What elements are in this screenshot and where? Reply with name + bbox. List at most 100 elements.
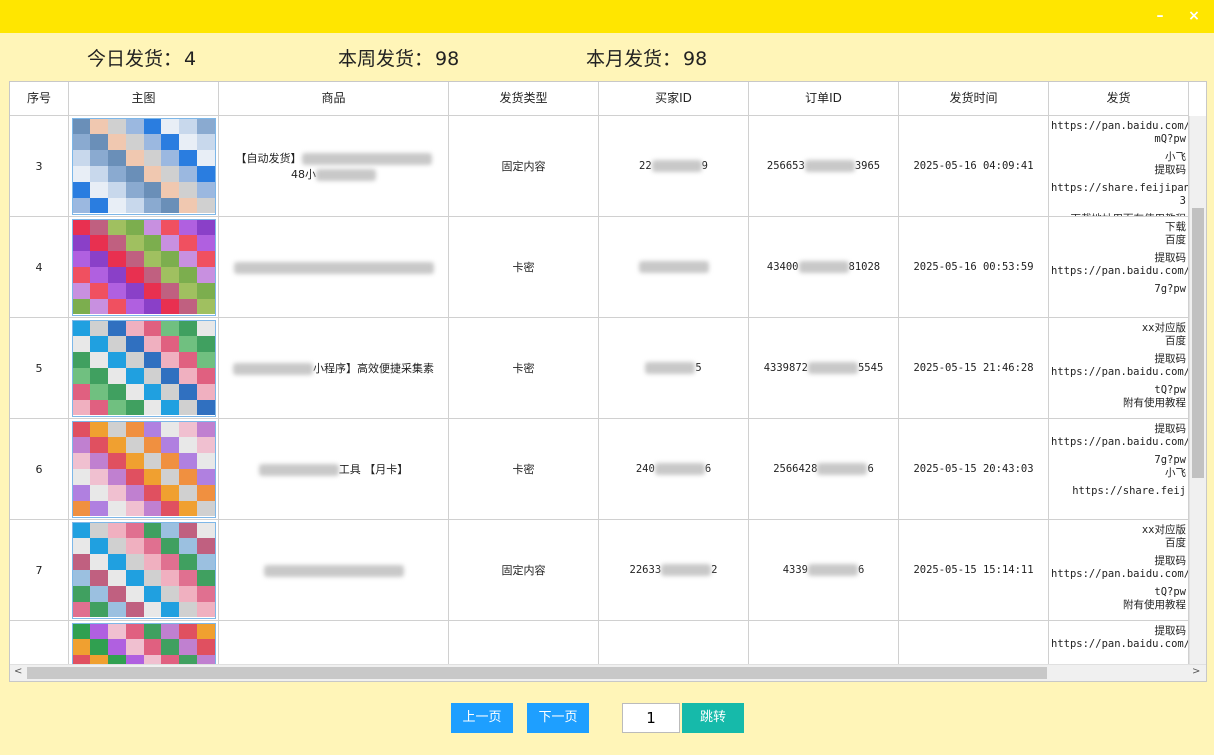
- redacted-text: [258, 464, 339, 476]
- column-header: 订单ID: [749, 82, 899, 116]
- thumbnail-pixel: [72, 623, 91, 640]
- minimize-button[interactable]: –: [1150, 6, 1170, 26]
- thumbnail-pixel: [196, 453, 215, 469]
- thumbnail-pixel: [196, 367, 215, 384]
- thumbnail-pixel: [143, 538, 162, 555]
- thumbnail-pixel: [108, 399, 126, 416]
- delivery-content: https://pan.baidu.com/mQ?pw 小飞 提取码 https://…: [1049, 116, 1188, 216]
- thumbnail-pixel: [90, 134, 108, 151]
- thumbnail-pixel: [125, 453, 144, 469]
- image-cell[interactable]: [69, 116, 219, 217]
- row-seq: 5: [35, 361, 43, 375]
- pagination: 上一页 下一页 跳转: [0, 703, 1214, 733]
- redacted-text: [301, 153, 432, 165]
- product-name-part: 高效便捷采集素: [357, 362, 434, 375]
- page-number-input[interactable]: [622, 703, 680, 733]
- image-cell[interactable]: [69, 318, 219, 419]
- vertical-scrollbar[interactable]: [1189, 116, 1206, 664]
- image-cell[interactable]: [69, 217, 219, 318]
- close-button[interactable]: ×: [1184, 6, 1204, 26]
- thumbnail-pixel: [161, 468, 179, 485]
- thumbnail-pixel: [161, 118, 179, 135]
- ship-time: 2025-05-15 20:43:03: [913, 463, 1034, 475]
- next-page-button[interactable]: 下一页: [527, 703, 589, 733]
- product-thumbnail[interactable]: [71, 521, 216, 619]
- thumbnail-pixel: [90, 453, 108, 469]
- buyer-id-part: 22633: [629, 564, 662, 576]
- delivery-line: https://pan.baidu.com/: [1051, 638, 1188, 650]
- column-header: 发货: [1049, 82, 1189, 116]
- vertical-scroll-thumb[interactable]: [1192, 208, 1204, 478]
- thumbnail-pixel: [108, 538, 126, 555]
- thumbnail-pixel: [196, 585, 215, 602]
- prev-page-button[interactable]: 上一页: [451, 703, 513, 733]
- product-name: 【自动发货】 48小: [230, 150, 438, 182]
- thumbnail-pixel: [161, 282, 179, 299]
- thumbnail-pixel: [161, 251, 179, 267]
- delivery-type-cell: 卡密: [449, 217, 599, 318]
- buyer-id-cell: 22633 2: [599, 520, 749, 621]
- thumbnail-pixel: [90, 522, 108, 539]
- thumbnail-pixel: [125, 623, 144, 640]
- stat-month: 本月发货： 98: [586, 44, 707, 71]
- thumbnail-pixel: [125, 484, 144, 501]
- horizontal-scrollbar[interactable]: < >: [10, 664, 1206, 681]
- thumbnail-pixel: [179, 538, 197, 555]
- thumbnail-pixel: [179, 134, 197, 151]
- thumbnail-pixel: [143, 421, 162, 438]
- image-cell[interactable]: [69, 520, 219, 621]
- thumbnail-pixel: [90, 383, 108, 400]
- product-thumbnail[interactable]: [71, 218, 216, 316]
- product-thumbnail[interactable]: [71, 117, 216, 215]
- thumbnail-pixel: [90, 181, 108, 198]
- thumbnail-pixel: [72, 554, 91, 570]
- thumbnail-pixel: [108, 181, 126, 198]
- thumbnail-pixel: [179, 118, 197, 135]
- thumbnail-pixel: [143, 282, 162, 299]
- thumbnail-pixel: [143, 399, 162, 416]
- horizontal-scroll-thumb[interactable]: [27, 667, 1047, 679]
- thumbnail-pixel: [108, 639, 126, 656]
- image-cell[interactable]: [69, 419, 219, 520]
- thumbnail-pixel: [196, 197, 215, 214]
- buyer-id-part: 9: [701, 160, 708, 172]
- redacted-text: [233, 363, 313, 375]
- thumbnail-pixel: [72, 134, 91, 151]
- product-thumbnail[interactable]: [71, 420, 216, 518]
- thumbnail-pixel: [161, 554, 179, 570]
- shipping-table[interactable]: 序号 主图 商品 发货类型 买家ID 订单ID 发货时间 发货 3 【自动发货】 48小 固定内容 22…: [9, 81, 1207, 682]
- thumbnail-pixel: [161, 367, 179, 384]
- thumbnail-pixel: [125, 569, 144, 586]
- thumbnail-pixel: [90, 554, 108, 570]
- thumbnail-pixel: [179, 320, 197, 337]
- thumbnail-pixel: [179, 453, 197, 469]
- buyer-id-part: 5: [695, 362, 702, 374]
- thumbnail-pixel: [72, 181, 91, 198]
- thumbnail-pixel: [72, 367, 91, 384]
- thumbnail-pixel: [125, 235, 144, 252]
- thumbnail-pixel: [108, 352, 126, 368]
- delivery-line: https://pan.baidu.com/: [1051, 265, 1188, 277]
- product-thumbnail[interactable]: [71, 319, 216, 417]
- thumbnail-pixel: [125, 118, 144, 135]
- thumbnail-pixel: [161, 399, 179, 416]
- thumbnail-pixel: [179, 367, 197, 384]
- delivery-line: 百度: [1165, 234, 1186, 246]
- delivery-line: 提取码: [1154, 252, 1187, 264]
- thumbnail-pixel: [125, 421, 144, 438]
- scroll-right-arrow-icon[interactable]: >: [1192, 666, 1200, 677]
- thumbnail-pixel: [108, 569, 126, 586]
- scroll-left-arrow-icon[interactable]: <: [14, 666, 22, 677]
- thumbnail-pixel: [196, 639, 215, 656]
- jump-button[interactable]: 跳转: [682, 703, 744, 733]
- thumbnail-pixel: [143, 437, 162, 454]
- thumbnail-pixel: [179, 352, 197, 368]
- thumbnail-pixel: [90, 251, 108, 267]
- order-id-cell: 4339 6: [749, 520, 899, 621]
- thumbnail-pixel: [108, 266, 126, 283]
- thumbnail-pixel: [108, 336, 126, 353]
- thumbnail-pixel: [90, 197, 108, 214]
- buyer-id-part: 22: [639, 160, 652, 172]
- thumbnail-pixel: [108, 601, 126, 618]
- thumbnail-pixel: [72, 336, 91, 353]
